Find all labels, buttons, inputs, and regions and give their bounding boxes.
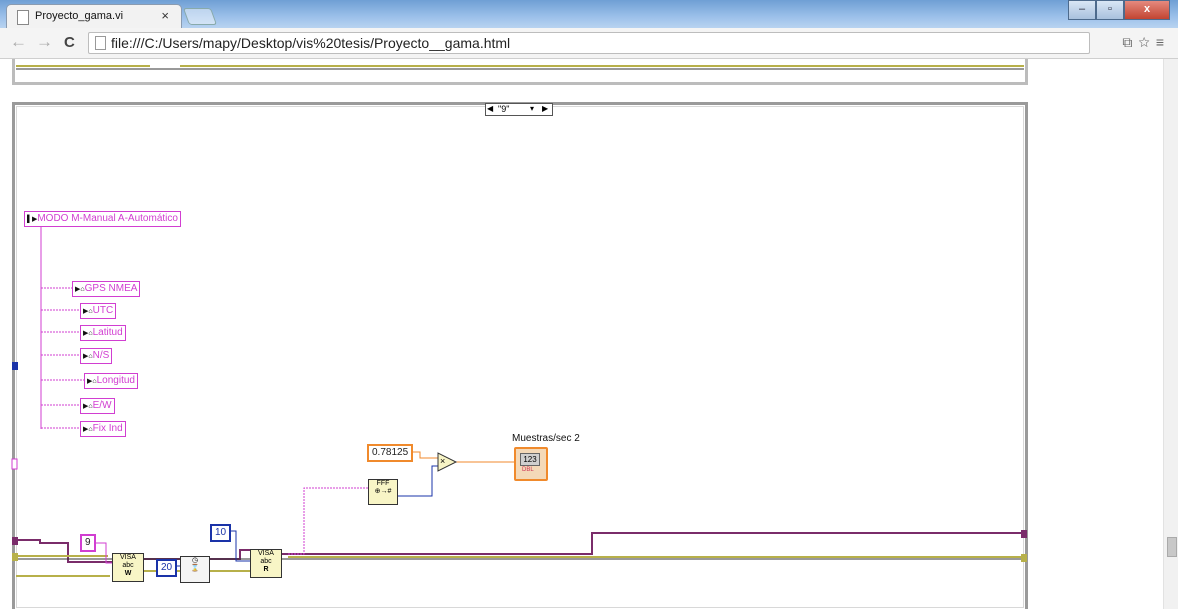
numeric-constant-20[interactable]: 20 (156, 559, 178, 577)
browser-toolbar: ← → C file:///C:/Users/mapy/Desktop/vis%… (0, 28, 1178, 59)
numeric-constant-078125[interactable]: 0.78125 (367, 444, 414, 462)
tab-title: Proyecto_gama.vi (35, 10, 124, 22)
tab-strip: Proyecto_gama.vi × – ▫ x (0, 0, 1178, 29)
reload-icon[interactable]: C (64, 34, 75, 51)
toolbar-icons[interactable]: ⧉☆≡ (1122, 34, 1170, 51)
cluster-item-ew[interactable]: ▶⌂E/W (80, 398, 115, 414)
cluster-item-utc[interactable]: ▶⌂UTC (80, 303, 117, 319)
page-icon (95, 36, 106, 50)
cluster-item-ns[interactable]: ▶⌂N/S (80, 348, 113, 364)
minimize-button[interactable]: – (1068, 0, 1096, 20)
page-viewport: ◀ "9" ▾ ▶ ▌▶MODO M-Manual A-Automático ▶… (0, 59, 1163, 609)
maximize-button[interactable]: ▫ (1096, 0, 1124, 20)
scrollbar-thumb[interactable] (1167, 537, 1177, 557)
visa-read-label: VISA (258, 550, 274, 557)
multiply-symbol: × (440, 456, 446, 466)
scan-from-string-node[interactable]: FFF ⊕→# (368, 479, 398, 505)
cluster-item-longitud[interactable]: ▶⌂Longitud (84, 373, 138, 389)
wire-layer (11, 65, 1027, 577)
page-icon (17, 10, 29, 25)
indicator-value: 123 (520, 453, 540, 466)
indicator-label: Muestras/sec 2 (512, 433, 580, 444)
browser-tab[interactable]: Proyecto_gama.vi × (6, 4, 182, 29)
string-constant-9[interactable]: 9 (80, 534, 96, 552)
cluster-item-latitud[interactable]: ▶⌂Latitud (80, 325, 126, 341)
window-controls: – ▫ x (1068, 0, 1170, 20)
address-bar[interactable]: file:///C:/Users/mapy/Desktop/vis%20tesi… (88, 32, 1090, 54)
url-text[interactable]: file:///C:/Users/mapy/Desktop/vis%20tesi… (111, 35, 510, 51)
visa-write-label: VISA (120, 554, 136, 561)
back-icon[interactable]: ← (10, 32, 27, 52)
cluster-item-fix-ind[interactable]: ▶⌂Fix Ind (80, 421, 126, 437)
visa-read-node[interactable]: VISA abc R (250, 549, 282, 578)
vertical-scrollbar[interactable] (1163, 59, 1178, 609)
wait-ms-node[interactable]: ◷ ⌛ (180, 556, 210, 583)
close-tab-icon[interactable]: × (161, 8, 169, 23)
indicator-type: DBL (522, 467, 534, 473)
new-tab-button[interactable] (182, 8, 218, 25)
cluster-mode-label[interactable]: ▌▶MODO M-Manual A-Automático (24, 211, 181, 227)
numeric-constant-10[interactable]: 10 (210, 524, 232, 542)
visa-write-node[interactable]: VISA abc W (112, 553, 144, 582)
forward-icon[interactable]: → (36, 32, 53, 52)
close-window-button[interactable]: x (1124, 0, 1170, 20)
muestras-indicator[interactable]: 123 DBL (514, 447, 548, 481)
cluster-item-gps[interactable]: ▶⌂GPS NMEA (72, 281, 141, 297)
